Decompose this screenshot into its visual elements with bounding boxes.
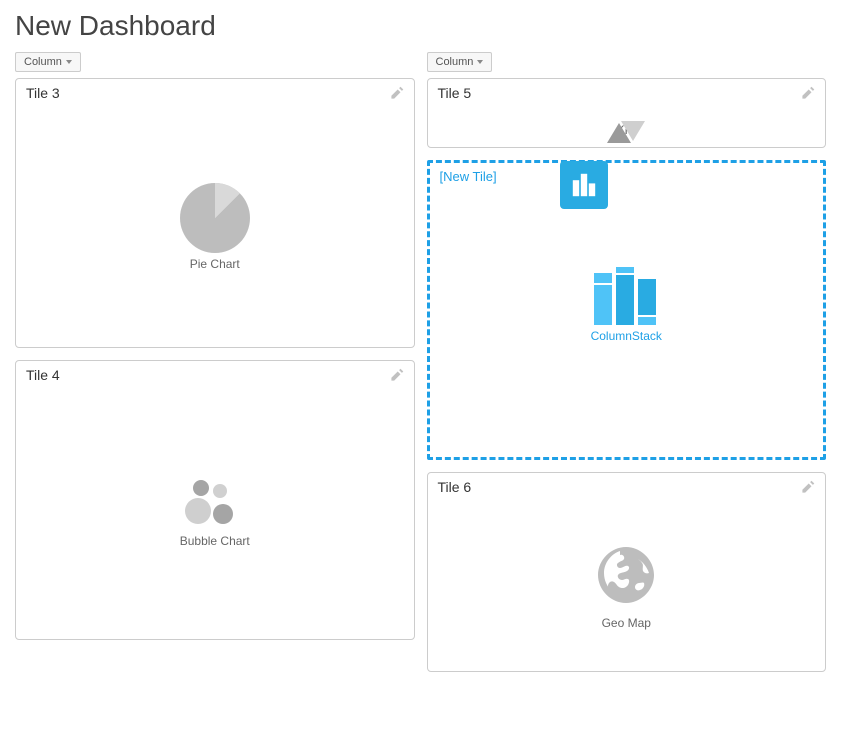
right-column-dropdown-label: Column (436, 56, 474, 68)
tile-body: Geo Map (428, 501, 826, 671)
left-column-dropdown[interactable]: Column (15, 52, 81, 72)
page-title: New Dashboard (15, 10, 826, 42)
bar-chart-drag-icon[interactable] (560, 161, 608, 209)
caret-down-icon (477, 60, 483, 64)
right-column-dropdown[interactable]: Column (427, 52, 493, 72)
tile-header: Tile 6 (428, 473, 826, 501)
bubble-chart-icon (185, 480, 245, 530)
tile-header: Tile 5 (428, 79, 826, 107)
kpi-icon (601, 117, 651, 119)
tile-title: Tile 5 (438, 85, 472, 101)
tile-body: ColumnStack (430, 190, 824, 420)
left-column-dropdown-label: Column (24, 56, 62, 68)
right-column: Column Tile 5 KPI (427, 52, 827, 684)
chart-type-label: ColumnStack (591, 329, 662, 343)
tile-3[interactable]: Tile 3 Pie Chart (15, 78, 415, 348)
tile-4[interactable]: Tile 4 Bubble Chart (15, 360, 415, 640)
tile-header: Tile 4 (16, 361, 414, 389)
edit-icon[interactable] (390, 86, 404, 100)
tile-new[interactable]: [New Tile] ColumnStack (427, 160, 827, 460)
dashboard-columns: Column Tile 3 Pie Chart Tile 4 (15, 52, 826, 684)
tile-title: Tile 4 (26, 367, 60, 383)
tile-6[interactable]: Tile 6 Geo Map (427, 472, 827, 672)
tile-header: [New Tile] (430, 163, 824, 190)
tile-title: Tile 6 (438, 479, 472, 495)
chart-type-label: Geo Map (602, 616, 651, 630)
edit-icon[interactable] (390, 368, 404, 382)
tile-body: Pie Chart (16, 107, 414, 347)
left-column: Column Tile 3 Pie Chart Tile 4 (15, 52, 415, 684)
edit-icon[interactable] (801, 86, 815, 100)
pie-chart-icon (180, 183, 250, 253)
chart-type-label: Bubble Chart (180, 534, 250, 548)
tile-body: KPI (428, 107, 826, 147)
tile-5[interactable]: Tile 5 KPI (427, 78, 827, 148)
column-stack-icon (594, 267, 658, 325)
tile-title: Tile 3 (26, 85, 60, 101)
tile-title: [New Tile] (440, 169, 497, 184)
globe-icon (594, 543, 658, 612)
chart-type-label: Pie Chart (190, 257, 240, 271)
tile-body: Bubble Chart (16, 389, 414, 639)
edit-icon[interactable] (801, 480, 815, 494)
caret-down-icon (66, 60, 72, 64)
tile-header: Tile 3 (16, 79, 414, 107)
